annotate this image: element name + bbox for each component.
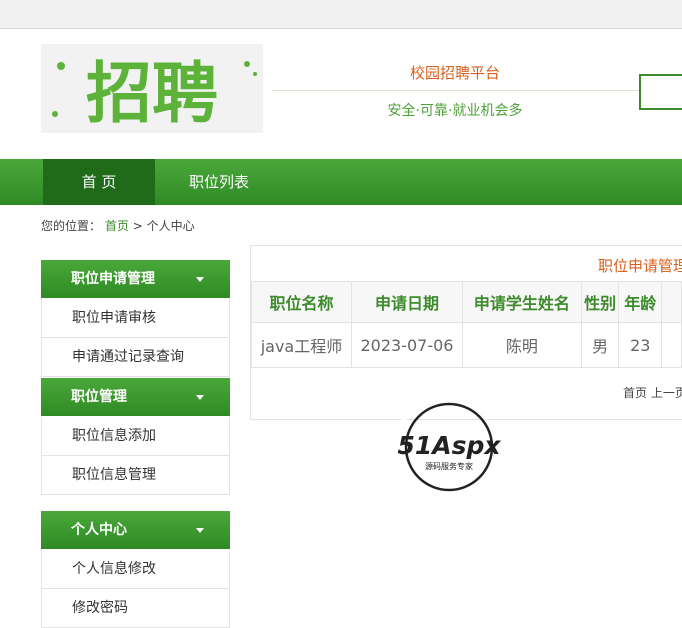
logo-text: 招聘 <box>86 55 218 132</box>
watermark-brand: 51Aspx <box>397 431 501 460</box>
cell-overflow <box>661 322 682 368</box>
site-title: 校园招聘平台 <box>409 64 500 82</box>
applications-table: 职位名称 申请日期 申请学生姓名 性别 年龄 java工程师 2023-07-0… <box>251 281 682 368</box>
sidebar-group-job-management[interactable]: 职位管理 <box>41 378 230 416</box>
table-header-row: 职位名称 申请日期 申请学生姓名 性别 年龄 <box>251 281 682 323</box>
cell-age: 23 <box>618 322 663 368</box>
sidebar-item-approved-records[interactable]: 申请通过记录查询 <box>41 338 230 377</box>
top-strip <box>0 0 682 29</box>
main-nav: 首 页 职位列表 <box>0 159 682 205</box>
breadcrumb-current: 个人中心 <box>146 219 195 233</box>
caret-down-icon <box>196 395 204 400</box>
header-divider <box>272 90 642 91</box>
caret-down-icon <box>196 277 204 282</box>
search-input[interactable] <box>639 74 682 110</box>
breadcrumb: 您的位置： 首页 > 个人中心 <box>41 217 195 234</box>
sidebar-item-application-review[interactable]: 职位申请审核 <box>41 299 230 338</box>
breadcrumb-prefix: 您的位置： <box>41 219 102 233</box>
column-header-apply-date: 申请日期 <box>350 281 464 323</box>
site-logo[interactable]: 招聘 <box>41 44 263 133</box>
cell-gender: 男 <box>580 322 620 368</box>
column-header-job-name: 职位名称 <box>251 281 352 323</box>
sidebar-item-manage-jobs[interactable]: 职位信息管理 <box>41 456 230 495</box>
watermark-logo: 51Aspx 源码服务专家 <box>382 402 516 494</box>
nav-home[interactable]: 首 页 <box>43 159 155 205</box>
nav-job-list[interactable]: 职位列表 <box>171 159 267 205</box>
table-row[interactable]: java工程师 2023-07-06 陈明 男 23 <box>251 322 682 368</box>
sidebar-group-title: 个人中心 <box>71 522 127 538</box>
sidebar-group-title: 职位管理 <box>71 389 127 405</box>
breadcrumb-separator: > <box>132 219 143 233</box>
sidebar-group-personal-center[interactable]: 个人中心 <box>41 511 230 549</box>
column-header-student-name: 申请学生姓名 <box>462 281 582 323</box>
sidebar-item-edit-profile[interactable]: 个人信息修改 <box>41 550 230 589</box>
site-subtitle: 安全·可靠·就业机会多 <box>387 103 523 119</box>
breadcrumb-home-link[interactable]: 首页 <box>105 219 129 233</box>
panel-title: 职位申请管理 <box>598 257 682 275</box>
sidebar-group-title: 职位申请管理 <box>71 271 155 287</box>
cell-apply-date: 2023-07-06 <box>350 322 464 368</box>
sidebar-item-add-job[interactable]: 职位信息添加 <box>41 417 230 456</box>
cell-job-name: java工程师 <box>251 322 352 368</box>
column-header-gender: 性别 <box>580 281 620 323</box>
cell-student-name: 陈明 <box>462 322 582 368</box>
column-header-overflow <box>661 281 682 323</box>
sidebar-group-application-management[interactable]: 职位申请管理 <box>41 260 230 298</box>
pagination[interactable]: 首页 上一页 <box>623 384 682 401</box>
caret-down-icon <box>196 528 204 533</box>
watermark-tagline: 源码服务专家 <box>425 461 473 471</box>
column-header-age: 年龄 <box>618 281 663 323</box>
sidebar-item-change-password[interactable]: 修改密码 <box>41 589 230 628</box>
